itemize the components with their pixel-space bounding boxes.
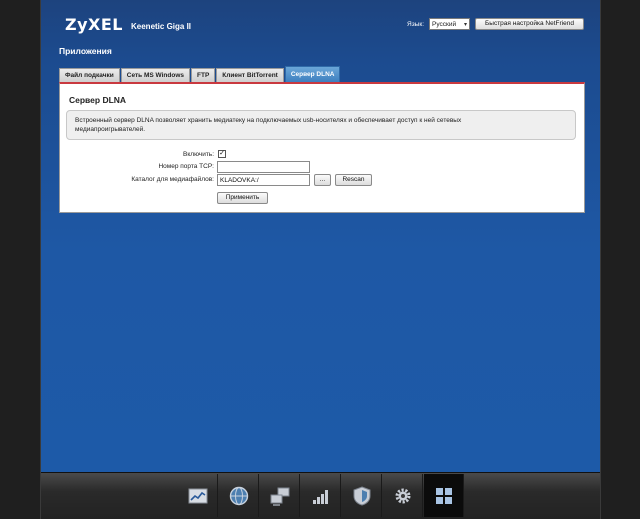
tab-ftp[interactable]: FTP: [191, 68, 216, 82]
info-text-line1: Встроенный сервер DLNA позволяет хранить…: [75, 117, 462, 124]
dock-item-monitoring[interactable]: [178, 474, 218, 517]
zyxel-logo: ZyXEL: [65, 15, 123, 34]
tcp-port-label: Номер порта TCP:: [158, 163, 214, 170]
language-select[interactable]: Русский ▾: [429, 18, 470, 30]
shield-icon: [353, 485, 370, 506]
enable-row: Включить: ✓: [60, 149, 584, 161]
chevron-down-icon: ▾: [463, 21, 467, 28]
signal-bars-icon: [312, 489, 328, 504]
dock-item-internet[interactable]: [219, 474, 259, 517]
tcp-port-input[interactable]: [217, 161, 310, 173]
info-text-line2: медиапроигрывателей.: [75, 126, 146, 133]
rescan-button[interactable]: Rescan: [335, 174, 372, 186]
model-name: Keenetic Giga II: [131, 22, 192, 31]
router-app: ZyXEL Keenetic Giga II Язык: Русский ▾ Б…: [40, 0, 601, 519]
globe-icon: [229, 486, 248, 505]
dock-item-home-network[interactable]: [260, 474, 300, 517]
tab-bittorrent-client[interactable]: Клиент BitTorrent: [216, 68, 284, 82]
dlna-panel: Сервер DLNA Встроенный сервер DLNA позво…: [59, 82, 585, 213]
tcp-port-row: Номер порта TCP:: [60, 161, 584, 173]
enable-label: Включить:: [183, 151, 214, 158]
media-dir-input[interactable]: [217, 174, 310, 186]
tab-dlna-server[interactable]: Сервер DLNA: [284, 66, 341, 82]
bottom-dock: [41, 472, 600, 519]
media-dir-row: Каталог для медиафайлов: ... Rescan: [60, 174, 584, 186]
netfriend-wizard-button[interactable]: Быстрая настройка NetFriend: [475, 18, 584, 30]
page-title: Приложения: [59, 46, 112, 56]
header: ZyXEL Keenetic Giga II Язык: Русский ▾ Б…: [41, 0, 600, 60]
info-box: Встроенный сервер DLNA позволяет хранить…: [66, 110, 576, 140]
apps-grid-icon: [435, 487, 452, 504]
enable-checkbox[interactable]: ✓: [218, 150, 226, 158]
media-dir-label: Каталог для медиафайлов:: [131, 176, 214, 183]
tab-swap-file[interactable]: Файл подкачки: [59, 68, 120, 82]
dock-item-applications[interactable]: [424, 474, 464, 517]
language-label: Язык:: [407, 21, 424, 28]
dock-item-wifi[interactable]: [301, 474, 341, 517]
tab-ms-windows-network[interactable]: Сеть MS Windows: [120, 68, 190, 82]
language-select-value: Русский: [432, 20, 457, 28]
dock-item-system[interactable]: [383, 474, 423, 517]
dock-item-security[interactable]: [342, 474, 382, 517]
apply-button[interactable]: Применить: [217, 192, 268, 204]
browse-button[interactable]: ...: [314, 174, 331, 186]
chart-icon: [188, 488, 207, 503]
panel-title: Сервер DLNA: [69, 95, 127, 105]
tab-bar: Файл подкачки Сеть MS Windows FTP Клиент…: [59, 66, 341, 82]
gear-icon: [395, 488, 410, 503]
network-computers-icon: [270, 487, 289, 506]
